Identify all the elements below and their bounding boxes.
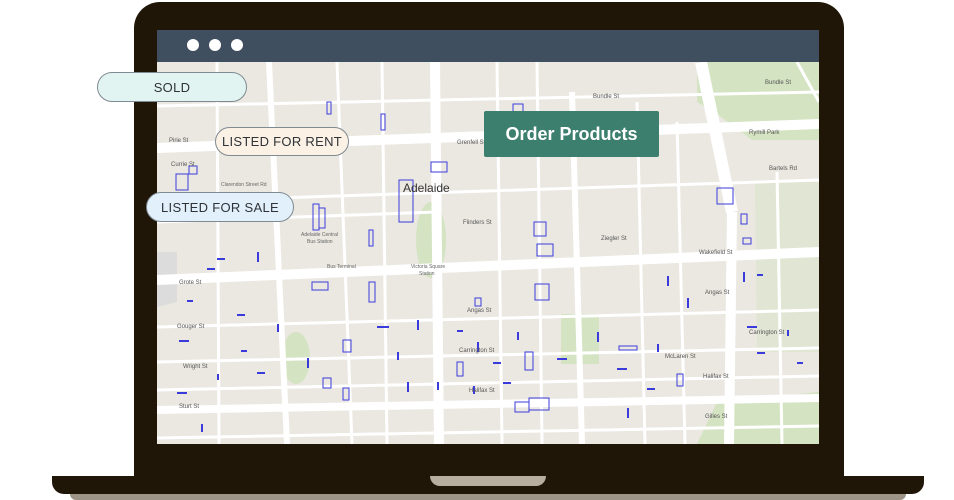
- svg-text:Grote St: Grote St: [179, 280, 202, 286]
- svg-text:Gouger St: Gouger St: [177, 324, 205, 330]
- svg-text:Currie St: Currie St: [171, 162, 195, 168]
- svg-text:Flinders St: Flinders St: [463, 220, 492, 226]
- listed-for-sale-label[interactable]: LISTED FOR SALE: [146, 192, 294, 222]
- sold-label[interactable]: SOLD: [97, 72, 247, 102]
- laptop-hinge-notch: [430, 476, 546, 486]
- svg-text:Halifax St: Halifax St: [469, 388, 495, 394]
- svg-text:Grenfell St: Grenfell St: [457, 140, 486, 146]
- svg-text:Ziegler St: Ziegler St: [601, 236, 627, 242]
- svg-text:Rymill Park: Rymill Park: [749, 130, 780, 136]
- svg-text:Wright St: Wright St: [183, 364, 208, 370]
- svg-text:Victoria Square: Victoria Square: [411, 264, 445, 270]
- svg-text:McLaren St: McLaren St: [665, 354, 696, 360]
- svg-text:Clarendon Street Rd: Clarendon Street Rd: [221, 182, 267, 188]
- svg-text:Bus Station: Bus Station: [307, 239, 333, 245]
- order-products-button[interactable]: Order Products: [484, 111, 659, 157]
- window-control-dot[interactable]: [209, 39, 221, 51]
- laptop-screen: Bundle St Grenfell St Pirie St Currie St…: [157, 30, 819, 444]
- window-control-dot[interactable]: [231, 39, 243, 51]
- svg-text:Bus Terminal: Bus Terminal: [327, 264, 356, 270]
- listed-for-rent-label[interactable]: LISTED FOR RENT: [215, 127, 349, 156]
- svg-text:Bundle St: Bundle St: [765, 80, 791, 86]
- svg-text:Angas St: Angas St: [705, 290, 730, 296]
- svg-text:Wakefield St: Wakefield St: [699, 250, 733, 256]
- window-control-dot[interactable]: [187, 39, 199, 51]
- svg-text:Angas St: Angas St: [467, 308, 492, 314]
- svg-text:Pirie St: Pirie St: [169, 138, 189, 144]
- svg-text:Carrington St: Carrington St: [459, 348, 495, 354]
- window-titlebar: [157, 30, 819, 62]
- svg-text:Bundle St: Bundle St: [593, 94, 619, 100]
- svg-text:Adelaide Central: Adelaide Central: [301, 232, 338, 238]
- laptop-base-shadow: [70, 494, 906, 500]
- map-city-label: Adelaide: [403, 181, 450, 195]
- svg-text:Station: Station: [419, 271, 435, 277]
- svg-text:Halifax St: Halifax St: [703, 374, 729, 380]
- svg-text:Sturt St: Sturt St: [179, 404, 199, 410]
- svg-text:Bartels Rd: Bartels Rd: [769, 166, 797, 172]
- svg-text:Gilles St: Gilles St: [705, 414, 728, 420]
- svg-text:Carrington St: Carrington St: [749, 330, 785, 336]
